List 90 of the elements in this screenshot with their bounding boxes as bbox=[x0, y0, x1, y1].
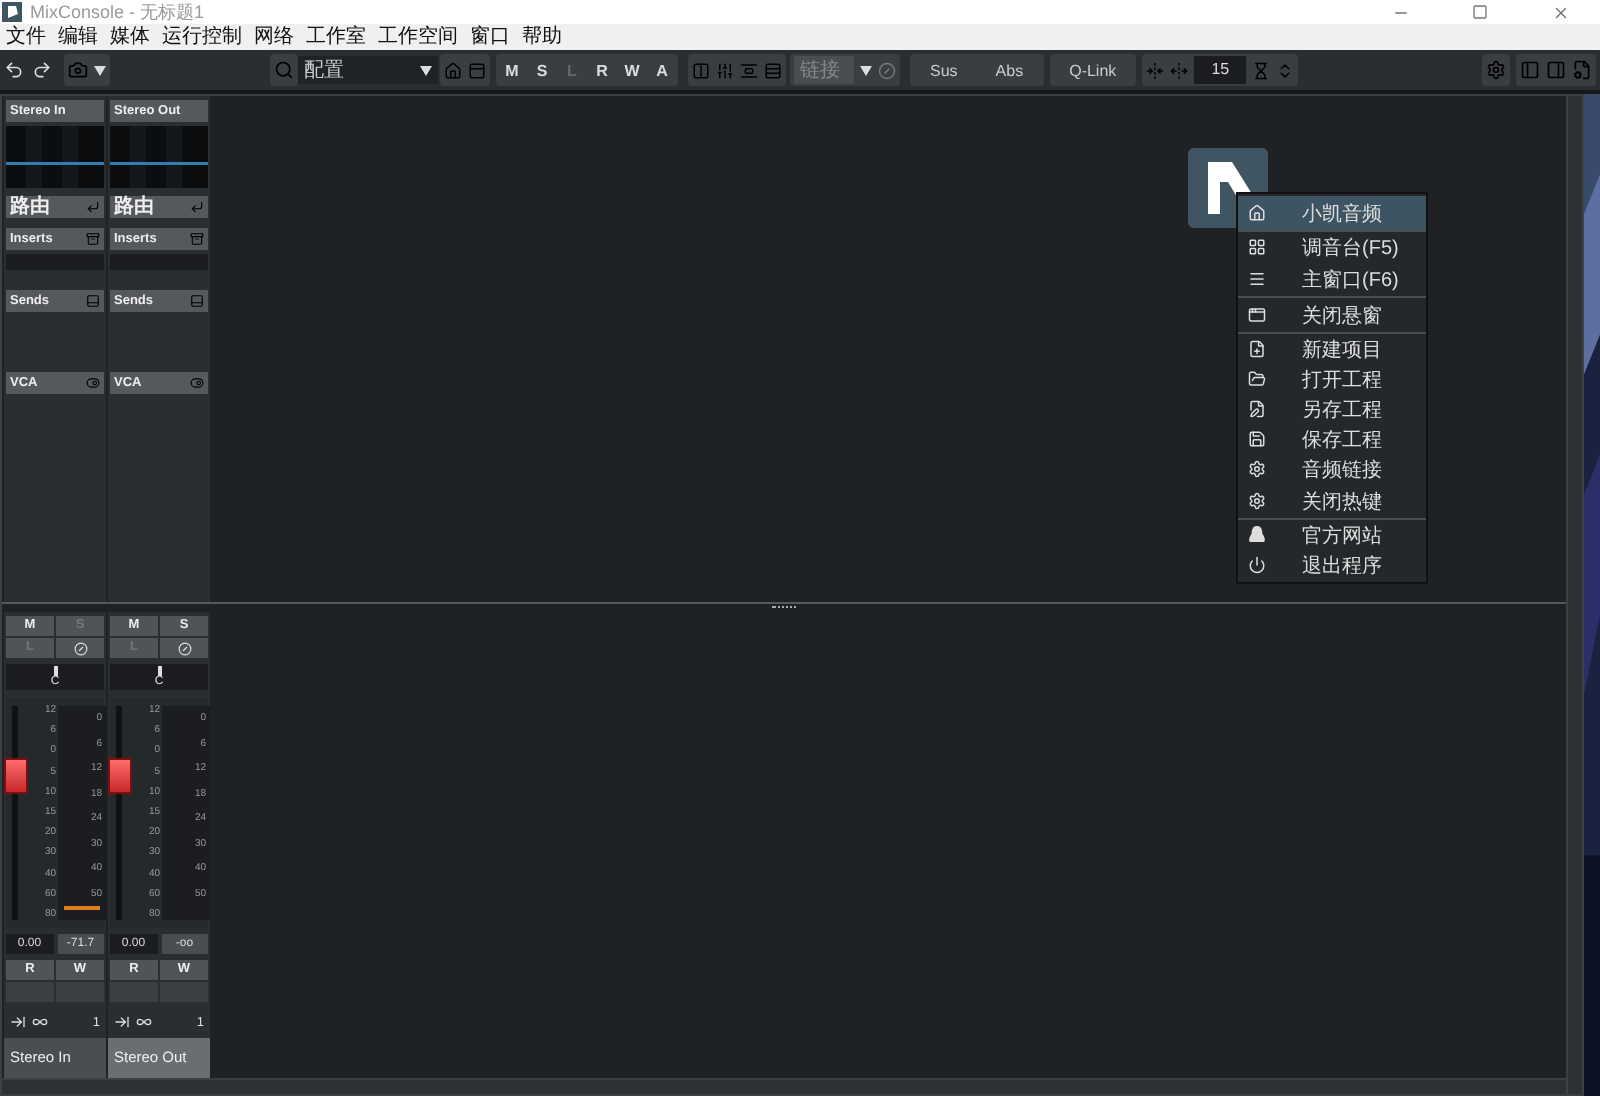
menu-item[interactable]: 帮助 bbox=[516, 24, 568, 50]
right-panel-icon[interactable] bbox=[1546, 60, 1566, 80]
resize-handle[interactable] bbox=[772, 606, 796, 610]
new-file-icon bbox=[1248, 340, 1266, 358]
caret-icon[interactable] bbox=[420, 65, 432, 75]
window-title: MixConsole - 无标题1 bbox=[30, 0, 207, 24]
menu-option[interactable]: 另存工程 bbox=[1238, 394, 1426, 424]
toolbar-toggle[interactable]: R bbox=[590, 61, 614, 79]
output-icon[interactable] bbox=[114, 1014, 130, 1030]
close-icon[interactable] bbox=[1551, 3, 1569, 21]
tray-icon[interactable] bbox=[190, 232, 204, 246]
panel-icon[interactable] bbox=[190, 294, 204, 308]
infinity-icon[interactable] bbox=[136, 1014, 152, 1030]
menu-option[interactable]: 音频链接 bbox=[1238, 454, 1426, 484]
menu-item[interactable]: 窗口 bbox=[464, 24, 516, 50]
toggle-icon[interactable] bbox=[190, 376, 204, 390]
up-down-icon[interactable] bbox=[1276, 61, 1295, 79]
toolbar-toggle[interactable]: A bbox=[650, 61, 674, 79]
menu-option[interactable]: 主窗口(F6) bbox=[1238, 262, 1426, 298]
preset-dropdown[interactable]: 配置 bbox=[298, 56, 438, 84]
menu-item[interactable]: 工作空间 bbox=[372, 24, 464, 50]
output-icon[interactable] bbox=[10, 1014, 26, 1030]
menu-option[interactable]: 关闭热键 bbox=[1238, 484, 1426, 520]
undo-icon[interactable] bbox=[4, 60, 24, 80]
abs-button[interactable]: Abs bbox=[979, 61, 1040, 79]
peak-indicator bbox=[64, 906, 100, 910]
toolbar-toggle[interactable]: M bbox=[500, 61, 524, 79]
meter-display bbox=[110, 126, 208, 188]
gear-icon bbox=[1248, 492, 1266, 510]
routing-label: 路由 bbox=[10, 196, 50, 218]
settings-icon[interactable] bbox=[1486, 60, 1506, 80]
gear-icon bbox=[1248, 460, 1266, 478]
menu-option[interactable]: 保存工程 bbox=[1238, 424, 1426, 454]
sus-button[interactable]: Sus bbox=[914, 61, 974, 79]
maximize-icon[interactable] bbox=[1472, 4, 1488, 20]
tray-icon[interactable] bbox=[86, 232, 100, 246]
menu-item[interactable]: 媒体 bbox=[104, 24, 156, 50]
menu-option[interactable]: 小凯音频 bbox=[1238, 196, 1426, 232]
menu-icon bbox=[1248, 270, 1266, 288]
panel-icon[interactable] bbox=[468, 61, 486, 79]
menu-item[interactable]: 网络 bbox=[248, 24, 300, 50]
fader-thumb[interactable] bbox=[4, 757, 28, 794]
sliders-icon[interactable] bbox=[716, 61, 734, 79]
toggle-icon[interactable] bbox=[86, 376, 100, 390]
meter-display bbox=[6, 126, 104, 188]
fader-thumb[interactable] bbox=[108, 757, 132, 794]
routing-label: 路由 bbox=[114, 196, 154, 218]
grid-icon bbox=[1248, 238, 1266, 256]
left-panel-icon[interactable] bbox=[1520, 60, 1540, 80]
toolbar-toggle[interactable]: S bbox=[530, 61, 554, 79]
config-icon[interactable] bbox=[1572, 60, 1592, 80]
horizontal-scrollbar[interactable] bbox=[2, 1078, 1566, 1094]
phase-icon bbox=[177, 641, 191, 655]
vertical-scrollbar[interactable] bbox=[1566, 96, 1582, 1094]
figure-icon bbox=[1248, 526, 1266, 544]
hourglass-icon[interactable] bbox=[1252, 61, 1271, 79]
caret-icon[interactable] bbox=[94, 65, 106, 75]
infinity-icon[interactable] bbox=[32, 1014, 48, 1030]
menu-item[interactable]: 编辑 bbox=[52, 24, 104, 50]
menu-item[interactable]: 运行控制 bbox=[156, 24, 248, 50]
window-icon bbox=[1248, 306, 1266, 324]
menu-option[interactable]: 调音台(F5) bbox=[1238, 232, 1426, 262]
phase-icon bbox=[73, 641, 87, 655]
search-icon[interactable] bbox=[274, 60, 294, 80]
menu-option[interactable]: 官方网站 bbox=[1238, 520, 1426, 550]
panel-icon[interactable] bbox=[86, 294, 100, 308]
phase-button[interactable] bbox=[56, 638, 104, 658]
toolbar-toggle[interactable]: W bbox=[620, 61, 644, 79]
align-icon[interactable] bbox=[740, 61, 758, 79]
menu-item[interactable]: 文件 bbox=[0, 24, 52, 50]
folder-icon bbox=[1248, 370, 1266, 388]
menu-option[interactable]: 打开工程 bbox=[1238, 364, 1426, 394]
menu-item[interactable]: 工作室 bbox=[300, 24, 372, 50]
columns-icon[interactable] bbox=[692, 61, 710, 79]
caret-icon[interactable] bbox=[860, 65, 872, 75]
home-icon[interactable] bbox=[444, 61, 462, 79]
save-icon bbox=[1248, 430, 1266, 448]
route-icon[interactable] bbox=[190, 200, 204, 214]
menu-option[interactable]: 关闭悬窗 bbox=[1238, 298, 1426, 334]
redo-icon[interactable] bbox=[32, 60, 52, 80]
route-icon[interactable] bbox=[86, 200, 100, 214]
menu-option[interactable]: 退出程序 bbox=[1238, 550, 1426, 580]
menu-option[interactable]: 新建项目 bbox=[1238, 334, 1426, 364]
file-edit-icon bbox=[1248, 400, 1266, 418]
width-field[interactable]: 15 bbox=[1194, 56, 1247, 84]
rows-icon[interactable] bbox=[764, 61, 782, 79]
link-field[interactable]: 链接 bbox=[794, 56, 854, 84]
power-icon bbox=[1248, 556, 1266, 574]
home-icon bbox=[1248, 204, 1266, 222]
phase-button[interactable] bbox=[160, 638, 208, 658]
